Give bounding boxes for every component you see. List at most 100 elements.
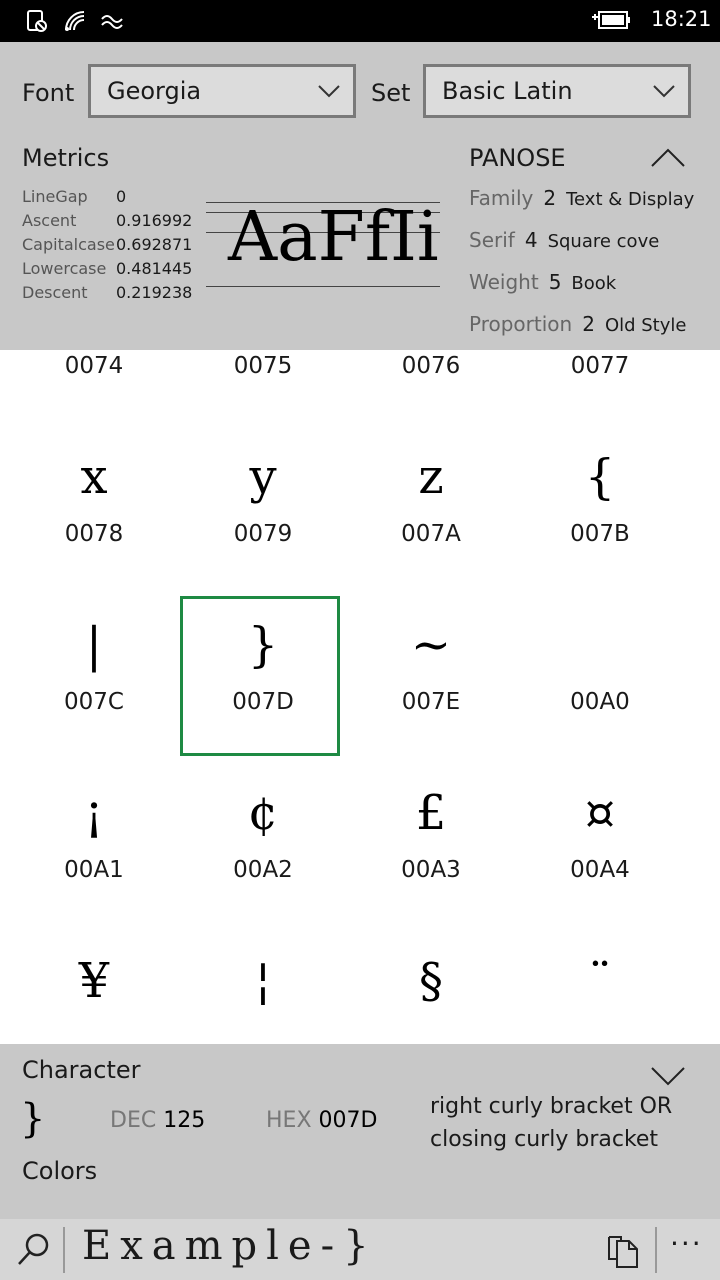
panose-number: 5 (548, 270, 562, 294)
font-label: Font (22, 79, 75, 107)
glyph-cell[interactable]: x 0078 (14, 431, 174, 591)
glyph-character: y (249, 449, 277, 505)
hex-code: HEX 007D (266, 1108, 377, 1133)
panose-description: Old Style (604, 315, 687, 336)
separator (63, 1227, 65, 1273)
status-bar: 18:21 (0, 0, 720, 42)
panose-row-proportion: Proportion 2 Old Style (469, 312, 686, 336)
signal-icon (101, 15, 123, 29)
descent-line (206, 286, 440, 287)
glyph-cell[interactable]: ¦ (183, 935, 343, 1044)
glyph-cell[interactable]: ~007E (351, 599, 511, 759)
location-off-icon (27, 10, 47, 32)
glyph-character: £ (415, 785, 447, 841)
glyph-code: 00A1 (64, 857, 124, 883)
hex-value: 007D (318, 1108, 378, 1133)
metrics-title: Metrics (22, 144, 110, 172)
glyph-character: ¨ (588, 953, 612, 1009)
glyph-cell[interactable]: u0075 (183, 350, 343, 423)
glyph-cell[interactable]: ¥ (14, 935, 174, 1044)
glyph-cell[interactable]: {007B (520, 431, 680, 591)
separator (655, 1227, 657, 1273)
font-dropdown[interactable]: Georgia (88, 64, 356, 118)
chevron-up-icon[interactable] (650, 146, 686, 170)
glyph-cell[interactable]: ¢ 00A2 (183, 767, 343, 927)
glyph-cell[interactable]: y 0079 (183, 431, 343, 591)
set-dropdown[interactable]: Basic Latin (423, 64, 691, 118)
glyph-code: 0076 (401, 353, 461, 379)
panose-key: Weight (469, 270, 539, 294)
glyph-character: } (247, 617, 279, 673)
glyph-cell[interactable]: £00A3 (351, 767, 511, 927)
glyph-code: 0075 (233, 353, 293, 379)
panose-key: Family (469, 186, 534, 210)
metric-name: LineGap (22, 187, 88, 206)
status-icons (24, 8, 126, 34)
more-icon[interactable]: ··· (670, 1227, 703, 1260)
glyph-character: ¡ (84, 785, 104, 841)
panose-number: 2 (543, 186, 557, 210)
decimal-code: DEC 125 (110, 1108, 205, 1133)
panose-row-weight: Weight 5 Book (469, 270, 616, 294)
glyph-code: 007D (232, 689, 294, 715)
font-sample-preview: AaFfIi (206, 190, 440, 290)
battery-charging-icon (592, 11, 630, 29)
example-text-input[interactable]: Example-} (82, 1223, 378, 1269)
glyph-character: { (584, 449, 616, 505)
glyph-character: ¢ (247, 785, 279, 841)
panose-number: 4 (524, 228, 538, 252)
glyph-code: 0078 (64, 521, 124, 547)
glyph-code: 0079 (233, 521, 293, 547)
panose-number: 2 (582, 312, 595, 336)
font-info-panel: Font Georgia Set Basic Latin Metrics Lin… (0, 42, 720, 350)
app-bar: Example-} ··· (0, 1219, 720, 1280)
glyph-code: 00A3 (401, 857, 461, 883)
set-dropdown-value: Basic Latin (442, 77, 573, 105)
panose-key: Serif (469, 228, 515, 252)
glyph-grid: t0074u0075v0076w0077 x 0078 y 0079 z 007A {007B… (0, 350, 720, 1044)
panose-description: Book (571, 273, 617, 294)
character-description: right curly bracket OR closing curly bra… (430, 1094, 673, 1152)
glyph-cell[interactable]: § (351, 935, 511, 1044)
glyph-cell[interactable]: | 007C (14, 599, 174, 759)
glyph-cell[interactable]: v0076 (351, 350, 511, 423)
panose-key: Proportion (469, 312, 573, 336)
colors-title: Colors (22, 1157, 98, 1185)
panose-description: Text & Display (566, 189, 695, 210)
chevron-down-icon (318, 85, 340, 98)
panose-row-serif: Serif 4 Square cove (469, 228, 659, 252)
glyph-character: x (80, 449, 108, 505)
glyph-code: 007E (401, 689, 461, 715)
glyph-cell[interactable]: ¡ 00A1 (14, 767, 174, 927)
glyph-code: 007A (401, 521, 461, 547)
wifi-icon (65, 11, 85, 31)
glyph-cell[interactable]: z 007A (351, 431, 511, 591)
glyph-cell[interactable]: w0077 (520, 350, 680, 423)
glyph-character: ¦ (254, 953, 272, 1009)
glyph-cell[interactable]: 00A0 (520, 599, 680, 759)
glyph-code: 00A2 (233, 857, 293, 883)
chevron-down-icon[interactable] (650, 1064, 686, 1088)
metric-name: Capitalcase (22, 235, 115, 254)
metric-value: 0.916992 (116, 211, 193, 230)
selected-character-glyph: } (20, 1096, 46, 1142)
chevron-down-icon (653, 85, 675, 98)
glyph-code: 007B (570, 521, 630, 547)
font-dropdown-value: Georgia (107, 77, 202, 105)
search-icon[interactable] (16, 1231, 52, 1267)
set-label: Set (371, 79, 411, 107)
glyph-cell[interactable]: t0074 (14, 350, 174, 423)
clock: 18:21 (651, 7, 712, 31)
glyph-code: 007C (64, 689, 124, 715)
glyph-cell[interactable]: } 007D (180, 596, 340, 756)
character-title: Character (22, 1056, 141, 1084)
glyph-cell[interactable]: ¨ (520, 935, 680, 1044)
glyph-code: 00A4 (570, 857, 630, 883)
character-panel: Character } DEC 125 HEX 007D right curly… (0, 1044, 720, 1219)
glyph-cell[interactable]: ¤ 00A4 (520, 767, 680, 927)
copy-icon[interactable] (606, 1231, 640, 1269)
metric-name: Ascent (22, 211, 77, 230)
font-sample-text: AaFfIi (228, 198, 439, 277)
glyph-character: ~ (410, 617, 452, 673)
metric-value: 0.692871 (116, 235, 193, 254)
